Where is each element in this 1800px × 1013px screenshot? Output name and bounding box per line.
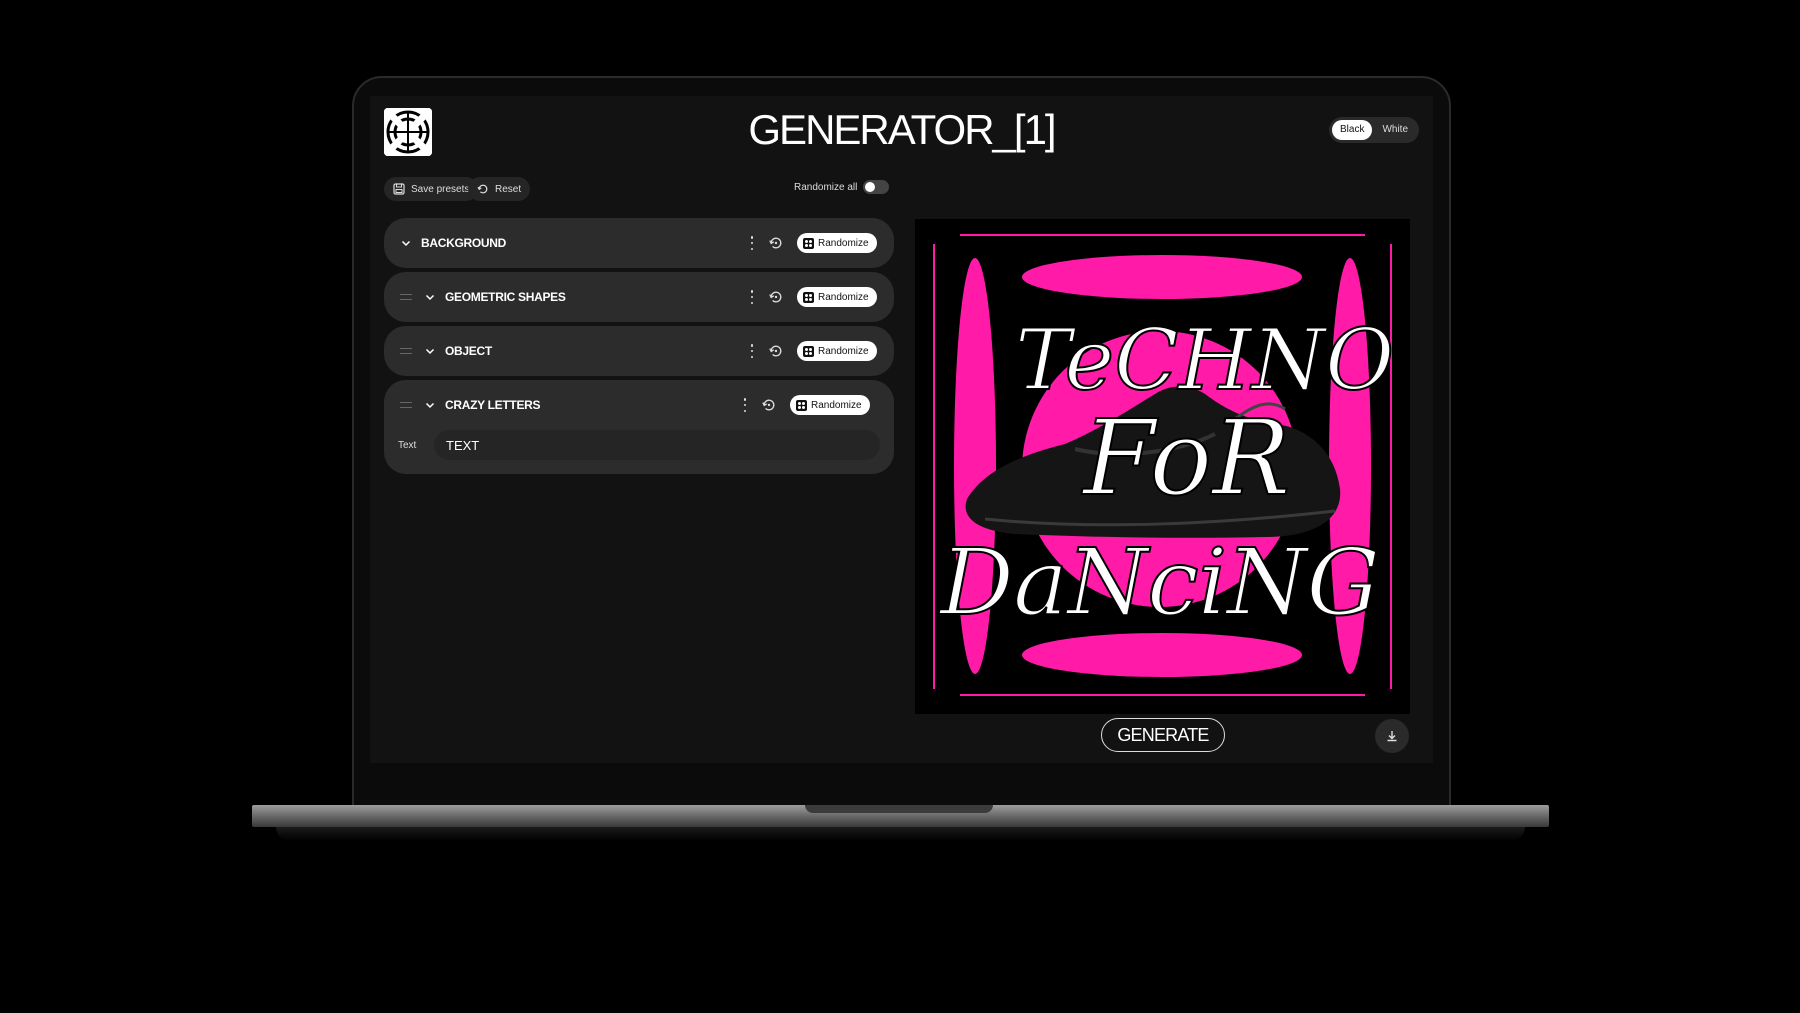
section-object: OBJECT Randomize <box>384 326 894 376</box>
randomize-label: Randomize <box>818 345 869 357</box>
app-screen: GENERATOR_[1] Black White Save presets R… <box>370 96 1433 763</box>
poster-line-3: DaNciNG <box>938 529 1380 636</box>
section-background: BACKGROUND Randomize <box>384 218 894 268</box>
refresh-icon[interactable] <box>761 397 777 413</box>
text-field-row: Text <box>398 430 880 460</box>
randomize-all-toggle[interactable] <box>863 180 890 194</box>
laptop-shadow <box>276 827 1525 841</box>
poster-line-1: TeCHNO <box>1015 311 1394 409</box>
section-label: OBJECT <box>445 344 492 358</box>
save-presets-label: Save presets <box>411 183 470 195</box>
reset-label: Reset <box>495 183 522 195</box>
poster-line-2: FoR <box>1081 397 1290 519</box>
section-label: GEOMETRIC SHAPES <box>445 290 566 304</box>
save-icon <box>393 183 405 195</box>
dice-icon <box>803 237 814 249</box>
kebab-menu-icon[interactable] <box>747 290 757 304</box>
download-icon <box>1387 731 1397 742</box>
randomize-button[interactable]: Randomize <box>797 341 877 361</box>
refresh-icon[interactable] <box>768 343 784 359</box>
drag-handle-icon[interactable] <box>400 402 412 408</box>
randomize-all-label: Randomize all <box>794 181 858 193</box>
theme-option-white[interactable]: White <box>1374 120 1416 140</box>
theme-option-black[interactable]: Black <box>1331 120 1373 140</box>
refresh-icon[interactable] <box>768 289 784 305</box>
generate-button[interactable]: GENERATE <box>1101 718 1225 752</box>
kebab-menu-icon[interactable] <box>747 236 757 250</box>
poster-preview: TeCHNO FoR DaNciNG <box>915 219 1410 714</box>
download-button[interactable] <box>1375 719 1409 753</box>
randomize-label: Randomize <box>818 291 869 303</box>
randomize-label: Randomize <box>818 237 869 249</box>
section-label: BACKGROUND <box>421 236 506 250</box>
drag-handle-icon[interactable] <box>400 348 412 354</box>
randomize-label: Randomize <box>811 399 862 411</box>
poster-lettering: TeCHNO FoR DaNciNG <box>937 310 1395 637</box>
chevron-down-icon[interactable] <box>424 291 436 303</box>
stage: GENERATOR_[1] Black White Save presets R… <box>0 0 1800 1013</box>
refresh-icon <box>477 184 488 194</box>
laptop-notch <box>805 805 993 813</box>
section-label: CRAZY LETTERS <box>445 398 541 412</box>
kebab-menu-icon[interactable] <box>747 344 757 358</box>
kebab-menu-icon[interactable] <box>740 398 750 412</box>
dice-icon <box>803 345 814 357</box>
dice-icon <box>803 291 814 303</box>
chevron-down-icon[interactable] <box>424 399 436 411</box>
theme-toggle[interactable]: Black White <box>1328 117 1419 143</box>
chevron-down-icon[interactable] <box>424 345 436 357</box>
randomize-all: Randomize all <box>794 180 890 194</box>
save-presets-button[interactable]: Save presets <box>384 177 479 201</box>
refresh-icon[interactable] <box>768 235 784 251</box>
randomize-button[interactable]: Randomize <box>797 287 877 307</box>
text-field-label: Text <box>398 439 417 451</box>
text-input[interactable] <box>434 430 880 460</box>
dice-icon <box>796 399 807 411</box>
drag-handle-icon[interactable] <box>400 294 412 300</box>
chevron-down-icon[interactable] <box>400 237 412 249</box>
section-crazy-letters: CRAZY LETTERS Randomize Text <box>384 380 894 474</box>
section-geometric-shapes: GEOMETRIC SHAPES Randomize <box>384 272 894 322</box>
reset-button[interactable]: Reset <box>468 177 531 201</box>
randomize-button[interactable]: Randomize <box>797 233 877 253</box>
randomize-button[interactable]: Randomize <box>790 395 870 415</box>
page-title: GENERATOR_[1] <box>748 106 1056 153</box>
